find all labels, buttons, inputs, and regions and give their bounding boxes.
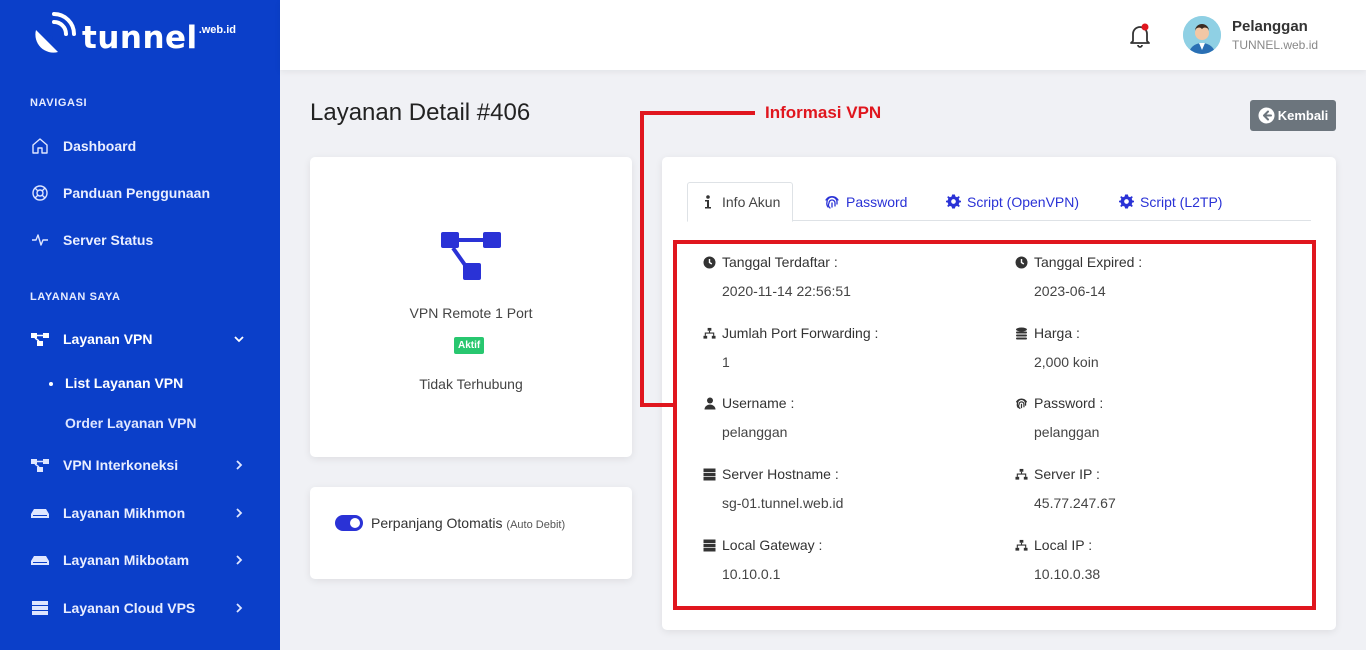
back-button-label: Kembali: [1277, 108, 1329, 123]
router-icon: [30, 550, 50, 570]
topbar: Pelanggan TUNNEL.web.id: [280, 0, 1366, 70]
annotation-highlight-box: [673, 240, 1316, 610]
fingerprint-icon: [824, 194, 840, 210]
arrow-left-circle-icon: [1258, 107, 1275, 124]
auto-renew-note: (Auto Debit): [506, 519, 566, 531]
annotation-label: Informasi VPN: [765, 103, 882, 122]
sidebar-item-label: Server Status: [63, 232, 154, 248]
chevron-right-icon: [236, 555, 243, 565]
server-icon: [30, 598, 50, 618]
logo[interactable]: tunnel .web.id: [30, 10, 236, 60]
auto-renew-card: Perpanjang Otomatis (Auto Debit): [310, 487, 632, 579]
sidebar-subitem-list-layanan-vpn[interactable]: List Layanan VPN: [48, 375, 183, 391]
user-name[interactable]: Pelanggan: [1232, 18, 1308, 35]
sidebar-item-label: Layanan Mikhmon: [63, 505, 186, 521]
network-icon: [30, 329, 50, 349]
tab-password[interactable]: Password: [824, 182, 907, 221]
home-icon: [30, 136, 50, 156]
nav-heading-layanan: LAYANAN SAYA: [30, 291, 121, 303]
auto-renew-label: Perpanjang Otomatis (Auto Debit): [371, 515, 565, 531]
annotation-line-horizontal-top: [640, 111, 755, 115]
brand-suffix: .web.id: [198, 24, 236, 36]
nav-heading-navigasi: NAVIGASI: [30, 97, 88, 109]
status-badge: Aktif: [454, 337, 485, 354]
chevron-right-icon: [236, 508, 243, 518]
sidebar-item-layanan-vpn[interactable]: Layanan VPN: [0, 319, 280, 359]
chevron-down-icon: [234, 336, 244, 343]
tab-label: Script (L2TP): [1140, 193, 1223, 210]
service-card: VPN Remote 1 Port Aktif Tidak Terhubung: [310, 157, 632, 457]
sidebar-item-label: Dashboard: [63, 138, 137, 154]
connection-status: Tidak Terhubung: [419, 376, 523, 392]
sidebar-item-layanan-mikbotam[interactable]: Layanan Mikbotam: [0, 540, 280, 580]
tab-label: Script (OpenVPN): [967, 193, 1080, 210]
tab-bar: Info Akun Password Script (OpenVPN) Scri…: [687, 182, 1311, 222]
gear-icon: [1118, 194, 1134, 210]
tab-script-openvpn[interactable]: Script (OpenVPN): [945, 182, 1079, 221]
sidebar-item-panduan[interactable]: Panduan Penggunaan: [0, 173, 280, 213]
tab-label: Info Akun: [722, 194, 781, 210]
service-name: VPN Remote 1 Port: [409, 305, 533, 321]
annotation-line-horizontal-bottom: [640, 403, 675, 407]
sidebar-item-server-status[interactable]: Server Status: [0, 220, 280, 260]
network-icon: [30, 455, 50, 475]
activity-icon: [30, 230, 50, 250]
sidebar-item-label: VPN Interkoneksi: [63, 457, 179, 473]
chevron-right-icon: [236, 460, 243, 470]
sidebar-item-vpn-interkoneksi[interactable]: VPN Interkoneksi: [0, 445, 280, 485]
sidebar-item-label: Layanan VPN: [63, 331, 153, 347]
lifebuoy-icon: [30, 183, 50, 203]
auto-renew-text: Perpanjang Otomatis: [371, 515, 503, 531]
page-title: Layanan Detail #406: [310, 99, 531, 126]
tab-script-l2tp[interactable]: Script (L2TP): [1118, 182, 1222, 221]
sidebar-item-label: Panduan Penggunaan: [63, 185, 211, 201]
avatar[interactable]: [1183, 16, 1221, 54]
sidebar-subitem-order-layanan-vpn[interactable]: Order Layanan VPN: [65, 415, 197, 431]
network-icon: [441, 232, 501, 280]
chevron-right-icon: [236, 603, 243, 613]
gear-icon: [945, 194, 961, 210]
sidebar-item-dashboard[interactable]: Dashboard: [0, 126, 280, 166]
router-icon: [30, 503, 50, 523]
back-button[interactable]: Kembali: [1250, 100, 1336, 131]
sidebar-item-label: Layanan Cloud VPS: [63, 600, 196, 616]
sidebar: tunnel .web.id NAVIGASI Dashboard Pandua…: [0, 0, 280, 650]
sidebar-item-layanan-cloud-vps[interactable]: Layanan Cloud VPS: [0, 588, 280, 628]
sidebar-item-label: Layanan Mikbotam: [63, 552, 190, 568]
auto-renew-toggle[interactable]: [335, 515, 363, 531]
user-subtitle: TUNNEL.web.id: [1232, 38, 1319, 52]
tab-label: Password: [846, 193, 908, 210]
satellite-dish-icon: [35, 12, 76, 53]
brand-name: tunnel: [82, 20, 198, 56]
info-icon: [700, 194, 716, 210]
sidebar-item-layanan-mikhmon[interactable]: Layanan Mikhmon: [0, 493, 280, 533]
annotation-line-vertical: [640, 111, 644, 407]
bell-icon[interactable]: [1128, 22, 1152, 48]
tab-info-akun[interactable]: Info Akun: [687, 182, 794, 222]
